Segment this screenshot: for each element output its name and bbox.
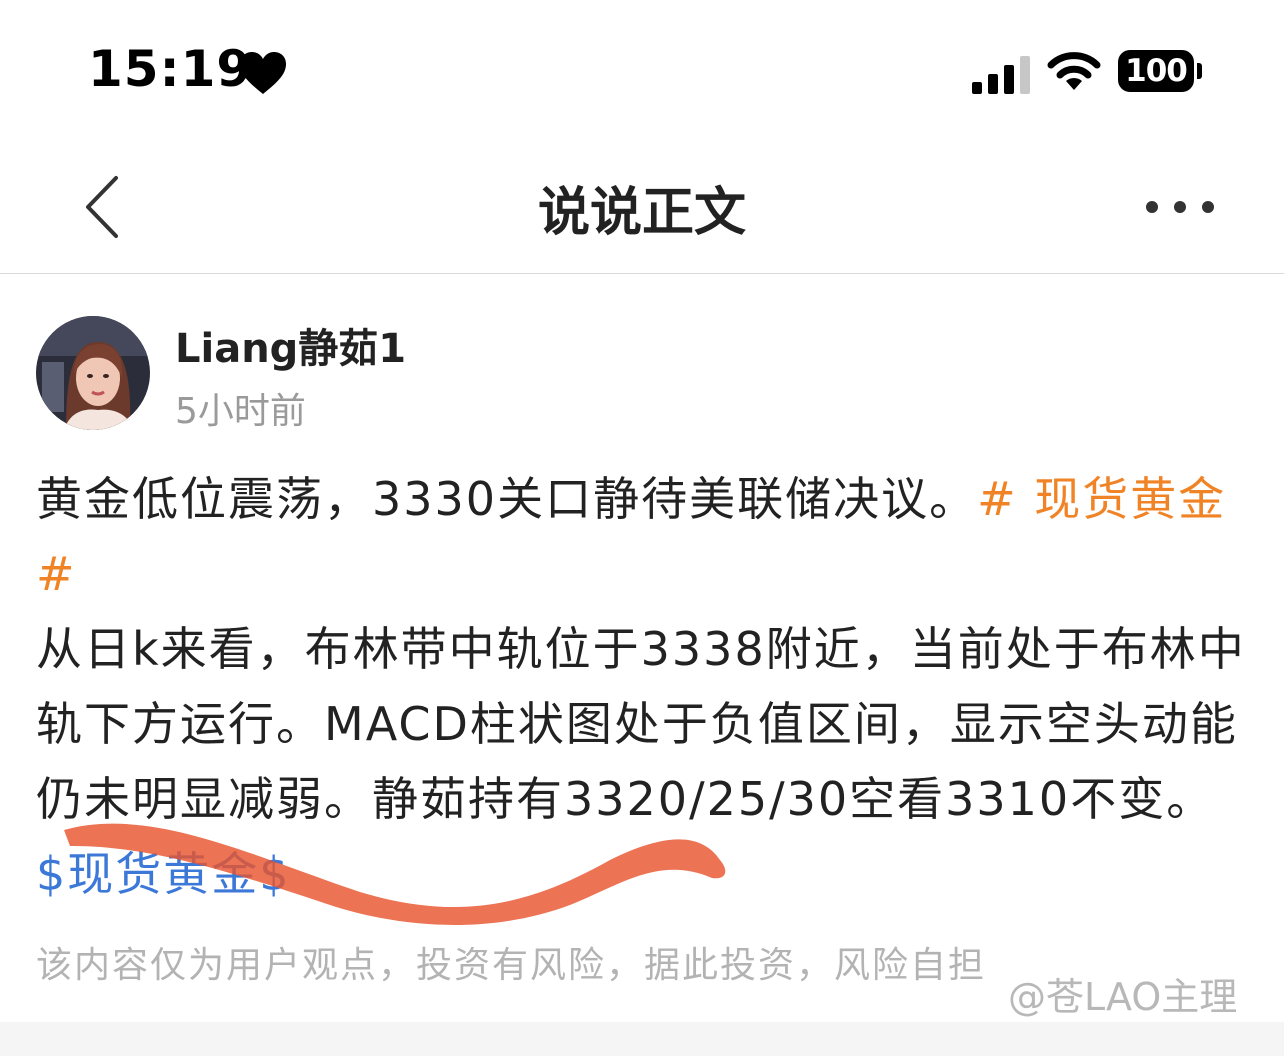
- ellipsis-icon[interactable]: [1140, 194, 1220, 220]
- wifi-icon: [1047, 52, 1101, 90]
- post-time: 5小时前: [175, 391, 306, 432]
- battery-icon: 100: [1118, 50, 1194, 92]
- status-time: 15:19: [88, 40, 253, 98]
- post-text-1: 黄金低位震荡，3330关口静待美联储决议。: [36, 472, 978, 526]
- risk-disclaimer: 该内容仅为用户观点，投资有风险，据此投资，风险自担: [36, 945, 987, 986]
- status-bar: 15:19 100: [0, 0, 1284, 140]
- author-name[interactable]: Liang静茹1: [175, 316, 406, 374]
- post-body: 黄金低位震荡，3330关口静待美联储决议。# 现货黄金# 从日k来看，布林带中轨位…: [36, 462, 1251, 912]
- heart-icon: [240, 52, 286, 94]
- battery-tip: [1197, 63, 1202, 79]
- stock-tag-spot-gold[interactable]: $现货黄金$: [36, 847, 291, 901]
- avatar[interactable]: [36, 316, 150, 430]
- nav-bar: 说说正文: [0, 140, 1284, 274]
- watermark: @苍LAO主理: [1008, 975, 1238, 1019]
- page-title: 说说正文: [537, 183, 746, 243]
- signal-icon: [972, 56, 1030, 94]
- section-divider: [0, 1022, 1284, 1056]
- post-text-2: 从日k来看，布林带中轨位于3338附近，当前处于布林中轨下方运行。MACD柱状图…: [36, 622, 1246, 826]
